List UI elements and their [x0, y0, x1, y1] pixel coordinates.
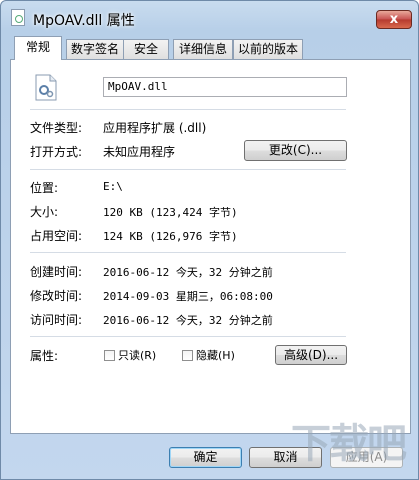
tab-panel-general	[10, 59, 411, 434]
tab-digital-signatures[interactable]: 数字签名	[66, 39, 124, 60]
tab-security[interactable]: 安全	[123, 39, 169, 60]
change-button[interactable]: 更改(C)...	[244, 140, 347, 161]
filename-field[interactable]: MpOAV.dll	[103, 77, 347, 97]
accessed-label: 访问时间:	[30, 313, 83, 327]
size-on-disk-label: 占用空间:	[30, 229, 83, 243]
file-icon	[11, 9, 25, 26]
attributes-label: 属性:	[30, 349, 59, 363]
title-bar[interactable]: MpOAV.dll 属性 x	[1, 1, 418, 35]
readonly-label[interactable]: 只读(R)	[118, 347, 156, 363]
divider	[30, 336, 346, 337]
divider	[30, 169, 346, 170]
dll-file-icon	[35, 74, 57, 101]
close-button[interactable]: x	[376, 10, 412, 29]
location-value: E:\	[103, 180, 123, 193]
location-label: 位置:	[30, 181, 59, 195]
ok-button[interactable]: 确定	[169, 447, 242, 468]
file-type-value: 应用程序扩展 (.dll)	[103, 121, 207, 135]
created-label: 创建时间:	[30, 265, 83, 279]
file-type-label: 文件类型:	[30, 121, 83, 135]
size-label: 大小:	[30, 205, 59, 219]
properties-dialog: MpOAV.dll 属性 x 常规 数字签名 安全 详细信息 以前的版本 MpO…	[0, 0, 419, 480]
tab-details[interactable]: 详细信息	[173, 39, 233, 60]
advanced-button[interactable]: 高级(D)...	[275, 345, 347, 365]
created-value: 2016-06-12 今天，32 分钟之前	[103, 266, 273, 279]
hidden-checkbox[interactable]	[182, 350, 193, 361]
modified-label: 修改时间:	[30, 289, 83, 303]
watermark-logo: 下载吧	[291, 421, 407, 467]
opens-with-value: 未知应用程序	[103, 145, 176, 159]
readonly-checkbox[interactable]	[104, 350, 115, 361]
tab-previous-versions[interactable]: 以前的版本	[233, 39, 303, 60]
hidden-label[interactable]: 隐藏(H)	[196, 347, 235, 363]
size-value: 120 KB (123,424 字节)	[103, 206, 238, 219]
accessed-value: 2016-06-12 今天，32 分钟之前	[103, 314, 273, 327]
window-title: MpOAV.dll 属性	[33, 13, 135, 29]
modified-value: 2014-09-03 星期三，06:08:00	[103, 290, 273, 303]
divider	[30, 109, 346, 110]
divider	[30, 252, 346, 253]
opens-with-label: 打开方式:	[30, 145, 83, 159]
tab-general[interactable]: 常规	[14, 36, 62, 60]
size-on-disk-value: 124 KB (126,976 字节)	[103, 230, 238, 243]
